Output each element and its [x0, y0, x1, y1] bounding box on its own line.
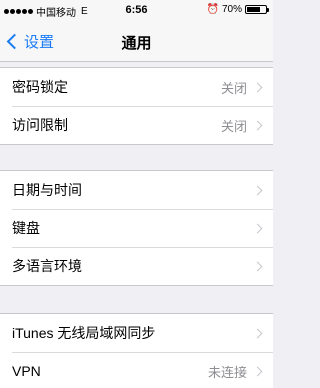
row-label: 密码锁定: [12, 79, 68, 95]
row-label: iTunes 无线局域网同步: [12, 325, 156, 341]
row-value: 未连接: [207, 364, 247, 380]
row-passcode-lock[interactable]: 密码锁定 关闭: [0, 68, 273, 106]
row-restrictions[interactable]: 访问限制 关闭: [0, 106, 273, 144]
settings-group-security: 密码锁定 关闭 访问限制 关闭: [0, 67, 273, 145]
alarm-icon: ⏰: [206, 4, 219, 15]
chevron-right-icon: [252, 223, 263, 233]
row-value: 关闭: [220, 118, 247, 134]
battery-percent: 70%: [221, 4, 242, 15]
row-label: VPN: [12, 363, 41, 379]
page-title: 通用: [121, 35, 152, 52]
chevron-right-icon: [252, 82, 263, 92]
chevron-right-icon: [252, 366, 263, 376]
row-date-time[interactable]: 日期与时间: [0, 171, 273, 209]
settings-group-locale: 日期与时间 键盘 多语言环境: [0, 170, 273, 286]
status-right: ⏰ 70%: [206, 4, 269, 15]
row-value: 关闭: [220, 80, 247, 96]
row-itunes-wifi-sync[interactable]: iTunes 无线局域网同步: [0, 314, 273, 352]
navigation-bar: 设置 通用: [0, 20, 273, 62]
row-label: 多语言环境: [12, 258, 82, 274]
row-label: 键盘: [12, 220, 40, 236]
chevron-right-icon: [252, 328, 263, 338]
chevron-right-icon: [252, 261, 263, 271]
battery-icon: [245, 5, 269, 14]
row-keyboard[interactable]: 键盘: [0, 209, 273, 247]
row-label: 日期与时间: [12, 182, 82, 198]
row-international[interactable]: 多语言环境: [0, 247, 273, 285]
status-bar: 中国移动 E 6:56 ⏰ 70%: [0, 0, 273, 20]
row-vpn[interactable]: VPN 未连接: [0, 352, 273, 388]
chevron-right-icon: [252, 185, 263, 195]
settings-group-network: iTunes 无线局域网同步 VPN 未连接: [0, 313, 273, 388]
chevron-right-icon: [252, 120, 263, 130]
battery-fill: [247, 7, 260, 12]
row-label: 访问限制: [12, 117, 68, 133]
